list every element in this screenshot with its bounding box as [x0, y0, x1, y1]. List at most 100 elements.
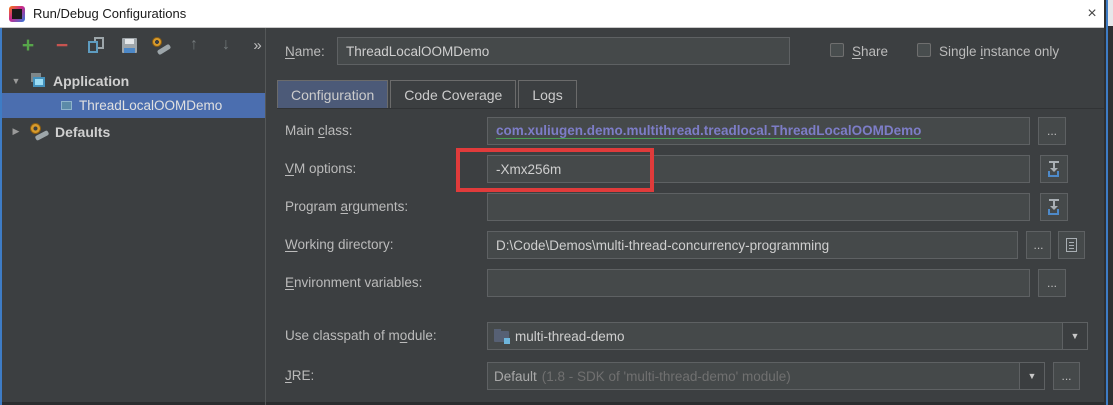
module-classpath-dropdown[interactable]: multi-thread-demo ▼ [487, 322, 1088, 350]
module-classpath-value: multi-thread-demo [488, 329, 1062, 344]
move-up-button[interactable]: ↑ [182, 33, 206, 57]
tab-logs[interactable]: Logs [518, 80, 577, 108]
label-text: dule: [407, 328, 437, 343]
share-label: Share [852, 44, 888, 59]
background-window-titlebar-sliver [1108, 0, 1113, 26]
jre-dropdown[interactable]: Default (1.8 - SDK of 'multi-thread-demo… [487, 362, 1045, 390]
jre-default-text: Default [494, 368, 537, 384]
ellipsis-icon: ... [1033, 238, 1044, 252]
tab-code-coverage[interactable]: Code Coverage [390, 80, 517, 108]
label-mnemonic: E [285, 275, 295, 290]
tab-divider [277, 108, 1104, 109]
arrow-down-icon: ↓ [222, 36, 230, 53]
environment-variables-browse-button[interactable]: ... [1038, 269, 1066, 297]
expand-field-icon [1046, 161, 1062, 177]
dropdown-arrow-icon[interactable]: ▼ [1062, 323, 1087, 349]
move-down-button[interactable]: ↓ [214, 33, 238, 57]
save-configuration-button[interactable] [117, 33, 141, 57]
tree-item-threadlocaloomdemo[interactable]: ThreadLocalOOMDemo [2, 93, 265, 118]
remove-configuration-button[interactable]: − [50, 33, 74, 57]
vm-options-label: VM options: [285, 161, 356, 176]
label-mnemonic: a [340, 199, 349, 214]
label-text: Use classpath of m [285, 328, 400, 343]
label-text: RE: [291, 368, 315, 383]
main-class-field[interactable]: com.xuliugen.demo.multithread.treadlocal… [487, 117, 1030, 145]
arrow-up-icon: ↑ [190, 36, 198, 53]
minus-icon: − [55, 33, 69, 57]
share-checkbox[interactable] [830, 43, 844, 57]
label-mnemonic: N [285, 44, 295, 59]
panel-divider [265, 28, 266, 405]
program-arguments-expand-button[interactable] [1040, 193, 1068, 221]
program-arguments-input[interactable] [487, 193, 1030, 221]
label-text: rguments: [348, 199, 409, 214]
tree-item-label: ThreadLocalOOMDemo [79, 98, 223, 113]
program-arguments-label: Program arguments: [285, 199, 408, 214]
title-bar: Run/Debug Configurations [0, 0, 1104, 28]
module-name: multi-thread-demo [515, 328, 625, 344]
jre-label: JRE: [285, 368, 314, 383]
chevron-right-icon[interactable]: ▶ [10, 126, 22, 137]
tree-item-application[interactable]: ▼ Application [2, 68, 265, 93]
tab-configuration[interactable]: Configuration [277, 80, 389, 108]
module-classpath-label: Use classpath of module: [285, 328, 437, 343]
label-text: Program [285, 199, 341, 214]
ellipsis-icon: ... [1046, 124, 1057, 138]
label-text: nvironment variables: [294, 275, 423, 290]
label-text: hare [861, 44, 889, 59]
document-icon [1066, 238, 1077, 252]
working-directory-macros-button[interactable] [1058, 231, 1085, 259]
name-label: Name: [285, 44, 325, 59]
background-window-sliver [1104, 0, 1113, 405]
label-mnemonic: W [285, 237, 298, 252]
add-configuration-button[interactable]: + [16, 33, 40, 57]
working-directory-input[interactable] [487, 231, 1018, 259]
plus-icon: + [21, 33, 35, 57]
ellipsis-icon: ... [1061, 369, 1072, 383]
main-class-label: Main class: [285, 123, 353, 138]
label-text: nstance only [983, 44, 1060, 59]
save-icon [121, 37, 137, 53]
jre-value: Default (1.8 - SDK of 'multi-thread-demo… [488, 369, 1019, 384]
dropdown-arrow-icon[interactable]: ▼ [1019, 363, 1044, 389]
window-right-border [1106, 0, 1108, 405]
name-input[interactable] [337, 37, 790, 65]
tree-item-label: Application [53, 72, 130, 89]
ellipsis-icon: ... [1046, 276, 1057, 290]
application-icon [30, 73, 47, 88]
settings-wrench-icon [151, 36, 171, 55]
chevron-down-icon[interactable]: ▼ [10, 76, 22, 86]
jre-browse-button[interactable]: ... [1053, 362, 1080, 390]
copy-configuration-button[interactable] [84, 33, 108, 57]
vm-options-expand-button[interactable] [1040, 155, 1068, 183]
label-text: orking directory: [297, 237, 394, 252]
module-icon [494, 329, 510, 344]
run-debug-configurations-dialog: Run/Debug Configurations × + − ↑ ↓ » ▼ A… [0, 0, 1113, 405]
environment-variables-label: Environment variables: [285, 275, 422, 290]
run-configuration-icon [60, 100, 73, 111]
label-text: Main [285, 123, 319, 138]
label-mnemonic: J [285, 368, 292, 383]
label-text: ame: [294, 44, 325, 59]
copy-icon [88, 37, 104, 53]
dialog-title: Run/Debug Configurations [33, 6, 187, 21]
intellij-logo-icon [9, 5, 25, 22]
tree-item-defaults[interactable]: ▶ Defaults [2, 119, 265, 144]
working-directory-label: Working directory: [285, 237, 394, 252]
more-actions-button[interactable]: » [246, 33, 270, 57]
label-mnemonic: c [318, 123, 325, 138]
vm-options-input[interactable] [487, 155, 1030, 183]
close-icon[interactable]: × [1080, 3, 1104, 25]
main-class-value: com.xuliugen.demo.multithread.treadlocal… [496, 123, 922, 139]
working-directory-browse-button[interactable]: ... [1026, 231, 1051, 259]
environment-variables-input[interactable] [487, 269, 1030, 297]
main-class-browse-button[interactable]: ... [1038, 117, 1066, 145]
single-instance-label: Single instance only [939, 44, 1059, 59]
edit-defaults-button[interactable] [149, 33, 173, 57]
chevron-double-right-icon: » [253, 36, 263, 54]
defaults-wrench-icon [30, 123, 50, 141]
single-instance-checkbox[interactable] [917, 43, 931, 57]
tree-item-label: Defaults [55, 123, 111, 140]
label-text: Single [939, 44, 981, 59]
jre-detail-text: (1.8 - SDK of 'multi-thread-demo' module… [541, 368, 791, 384]
